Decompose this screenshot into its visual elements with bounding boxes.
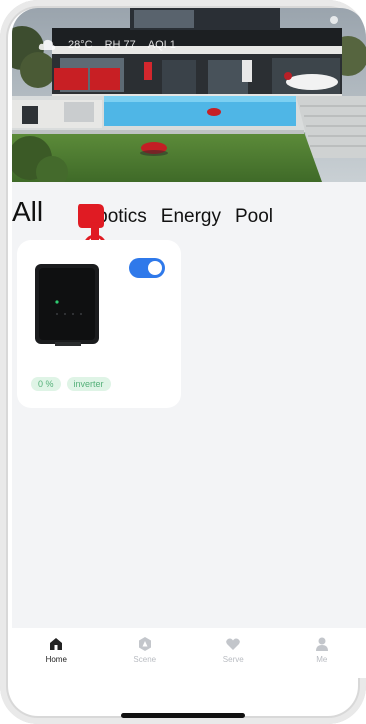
tab-all[interactable]: All [12, 196, 43, 230]
status-indicator-dot [330, 16, 338, 24]
hero-house-image: 28°C RH 77 AQI 1 [12, 8, 366, 182]
phone-frame: 28°C RH 77 AQI 1 All botics Energy Pool [0, 0, 366, 724]
air-quality-value: AQI 1 [147, 39, 176, 51]
user-icon [315, 637, 328, 651]
nav-item-serve[interactable]: Serve [203, 636, 263, 664]
bottom-navigation: Home Scene Serve Me [12, 628, 366, 678]
scene-icon [138, 637, 151, 651]
nav-label-me: Me [316, 655, 328, 664]
nav-item-scene[interactable]: Scene [115, 636, 175, 664]
nav-label-home: Home [45, 655, 67, 664]
device-tags: 0 % inverter [31, 377, 111, 391]
nav-item-home[interactable]: Home [26, 636, 86, 664]
device-card-inverter[interactable]: 0 % inverter [17, 240, 181, 408]
nav-item-me[interactable]: Me [292, 636, 352, 664]
toggle-knob [148, 261, 162, 275]
cloud-icon [38, 39, 56, 50]
nav-label-scene: Scene [133, 655, 157, 664]
temperature-value: 28°C [68, 39, 93, 51]
tab-energy[interactable]: Energy [161, 206, 221, 230]
humidity-value: RH 77 [104, 39, 136, 51]
home-indicator-bar[interactable] [121, 713, 245, 718]
tab-pool[interactable]: Pool [235, 206, 273, 230]
category-tabs: All botics Energy Pool [12, 196, 287, 230]
device-type-badge: inverter [66, 377, 111, 391]
device-power-toggle[interactable] [129, 258, 165, 278]
battery-percent-badge: 0 % [31, 377, 61, 391]
heart-icon [226, 638, 241, 650]
nav-label-serve: Serve [222, 655, 244, 664]
weather-summary: 28°C RH 77 AQI 1 [38, 38, 176, 52]
home-icon [50, 638, 63, 650]
inverter-device-image [35, 264, 99, 346]
